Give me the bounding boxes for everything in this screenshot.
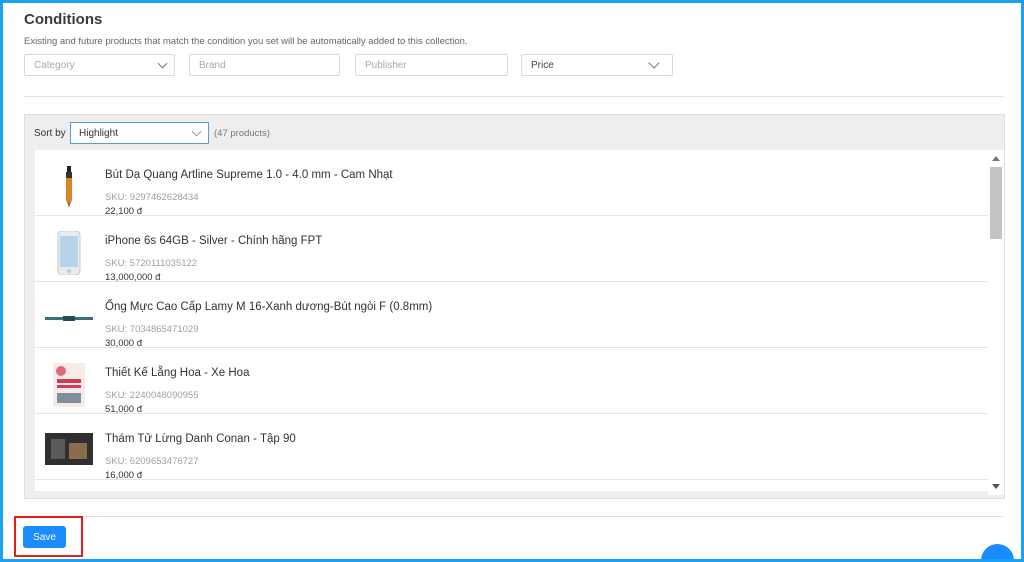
chevron-down-icon bbox=[648, 57, 660, 69]
list-item[interactable]: Thám Tử Lừng Danh Conan - Tập 90 SKU: 62… bbox=[35, 414, 988, 481]
scrollbar-thumb[interactable] bbox=[990, 167, 1002, 239]
product-sku: SKU: 7034865471029 bbox=[105, 324, 199, 335]
chevron-down-icon bbox=[191, 126, 202, 137]
iphone-thumbnail bbox=[57, 231, 81, 275]
brand-input[interactable]: Brand bbox=[189, 54, 340, 76]
product-name: Thiết Kế Lẵng Hoa - Xe Hoa bbox=[105, 367, 250, 379]
sort-select[interactable]: Highlight bbox=[70, 122, 209, 144]
chevron-down-icon bbox=[157, 58, 168, 69]
product-panel: Sort by Highlight (47 products) Bút Dạ Q… bbox=[24, 114, 1005, 499]
product-count: (47 products) bbox=[214, 128, 270, 139]
product-list[interactable]: Bút Dạ Quang Artline Supreme 1.0 - 4.0 m… bbox=[35, 150, 988, 491]
brand-placeholder: Brand bbox=[199, 60, 226, 71]
window-frame: Conditions Existing and future products … bbox=[0, 0, 1024, 562]
publisher-placeholder: Publisher bbox=[365, 60, 407, 71]
product-name: Ống Mực Cao Cấp Lamy M 16-Xanh dương-Bút… bbox=[105, 301, 433, 313]
product-sku: SKU: 5720111035122 bbox=[105, 258, 198, 269]
category-placeholder: Category bbox=[34, 60, 75, 71]
section-description: Existing and future products that match … bbox=[24, 36, 468, 47]
divider bbox=[24, 96, 1004, 97]
sort-by-label: Sort by bbox=[34, 128, 66, 139]
section-title: Conditions bbox=[24, 11, 103, 28]
scroll-down-arrow-icon[interactable] bbox=[992, 484, 1000, 489]
comic-cover-thumbnail bbox=[45, 433, 93, 465]
book-cover-thumbnail bbox=[53, 363, 85, 407]
publisher-input[interactable]: Publisher bbox=[355, 54, 508, 76]
product-name: Thám Tử Lừng Danh Conan - Tập 90 bbox=[105, 433, 296, 445]
category-select[interactable]: Category bbox=[24, 54, 175, 76]
highlighter-pen-thumbnail bbox=[66, 166, 72, 208]
sort-selected-value: Highlight bbox=[79, 128, 118, 139]
vertical-scrollbar[interactable] bbox=[988, 150, 1004, 495]
product-sku: SKU: 6209653476727 bbox=[105, 456, 199, 467]
list-item[interactable] bbox=[35, 480, 988, 491]
price-select[interactable]: Price bbox=[521, 54, 673, 76]
ink-cartridge-thumbnail bbox=[45, 316, 93, 321]
scroll-up-arrow-icon[interactable] bbox=[992, 156, 1000, 161]
divider bbox=[24, 516, 1004, 517]
list-item[interactable]: iPhone 6s 64GB - Silver - Chính hãng FPT… bbox=[35, 216, 988, 283]
product-name: Bút Dạ Quang Artline Supreme 1.0 - 4.0 m… bbox=[105, 169, 393, 181]
list-item[interactable]: Bút Dạ Quang Artline Supreme 1.0 - 4.0 m… bbox=[35, 150, 988, 217]
save-button[interactable]: Save bbox=[23, 526, 66, 548]
list-item[interactable]: Ống Mực Cao Cấp Lamy M 16-Xanh dương-Bút… bbox=[35, 282, 988, 349]
chat-bubble-icon[interactable] bbox=[981, 544, 1014, 559]
product-sku: SKU: 2240048090955 bbox=[105, 390, 199, 401]
product-name: iPhone 6s 64GB - Silver - Chính hãng FPT bbox=[105, 235, 323, 247]
product-sku: SKU: 9297462628434 bbox=[105, 192, 199, 203]
price-label: Price bbox=[531, 60, 554, 71]
list-item[interactable]: Thiết Kế Lẵng Hoa - Xe Hoa SKU: 22400480… bbox=[35, 348, 988, 415]
